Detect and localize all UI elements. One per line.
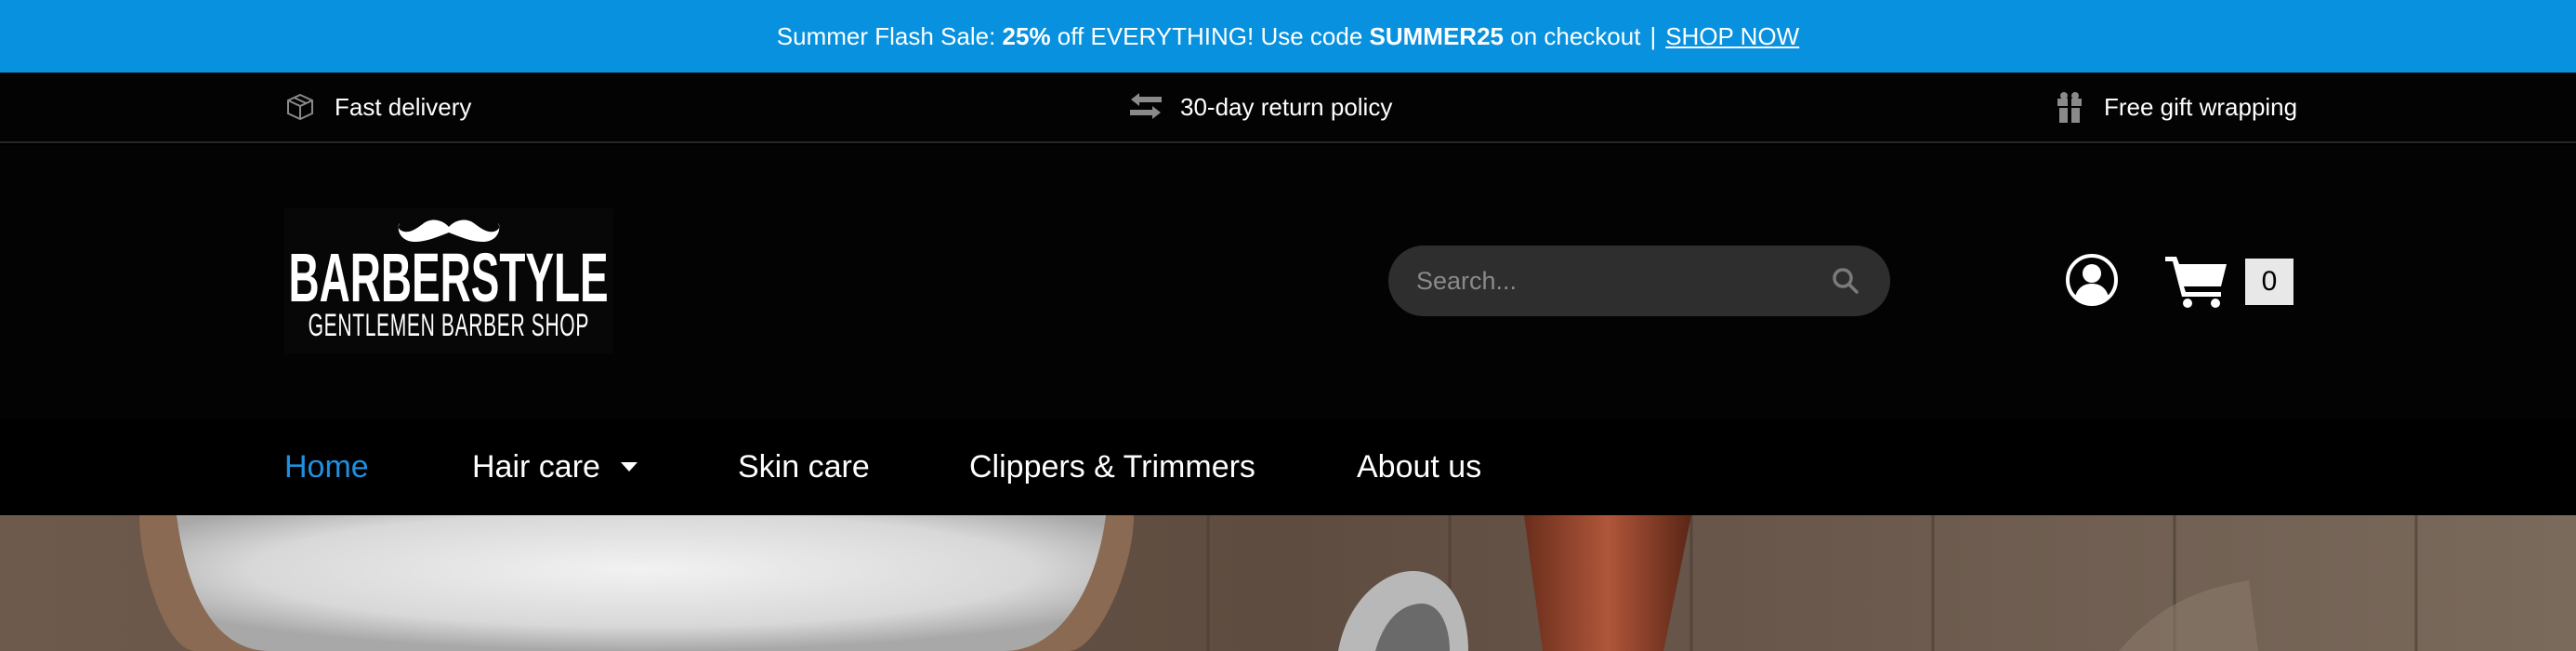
logo-tagline: GENTLEMEN BARBER SHOP [308,308,590,343]
nav-item-clippers-trimmers[interactable]: Clippers & Trimmers [969,418,1255,515]
promo-prefix: Summer Flash Sale: [776,21,1003,50]
feature-label: Fast delivery [335,92,472,121]
feature-label: Free gift wrapping [2104,92,2298,121]
gift-icon [2054,91,2085,123]
promo-banner: Summer Flash Sale: 25% off EVERYTHING! U… [0,0,2576,73]
nav-item-label: Hair care [472,448,600,485]
feature-gift-wrapping: Free gift wrapping [2054,73,2297,141]
shopping-cart-icon[interactable] [2165,255,2228,309]
search-input[interactable] [1416,266,1829,296]
nav-item-home[interactable]: Home [284,418,369,515]
nav-item-about-us[interactable]: About us [1357,418,1481,515]
site-header: BARBERSTYLE GENTLEMEN BARBER SHOP 0 [0,145,2576,418]
caret-down-icon [620,462,637,472]
promo-suffix: on checkout [1504,21,1641,50]
logo-brand: BARBERSTYLE [288,239,610,316]
user-account-icon[interactable] [2065,253,2119,307]
main-nav: Home Hair care Skin care Clippers & Trim… [0,418,2576,515]
box-icon [284,91,316,123]
nav-item-hair-care[interactable]: Hair care [472,418,637,515]
cart-count-badge[interactable]: 0 [2245,259,2293,305]
nav-item-skin-care[interactable]: Skin care [738,418,870,515]
promo-middle: off EVERYTHING! Use code [1050,21,1370,50]
promo-separator: | [1649,21,1657,50]
search-bar [1388,246,1890,316]
feature-fast-delivery: Fast delivery [284,73,471,141]
hero-image [0,515,2576,651]
search-icon[interactable] [1829,264,1862,298]
promo-code: SUMMER25 [1369,21,1505,50]
arrows-exchange-icon [1130,91,1162,123]
features-bar: Fast delivery 30-day return policy Free … [0,73,2576,143]
promo-discount: 25% [1002,21,1051,50]
site-logo[interactable]: BARBERSTYLE GENTLEMEN BARBER SHOP [284,208,613,353]
feature-return-policy: 30-day return policy [1130,73,1392,141]
feature-label: 30-day return policy [1180,92,1393,121]
shop-now-link[interactable]: SHOP NOW [1665,22,1799,51]
